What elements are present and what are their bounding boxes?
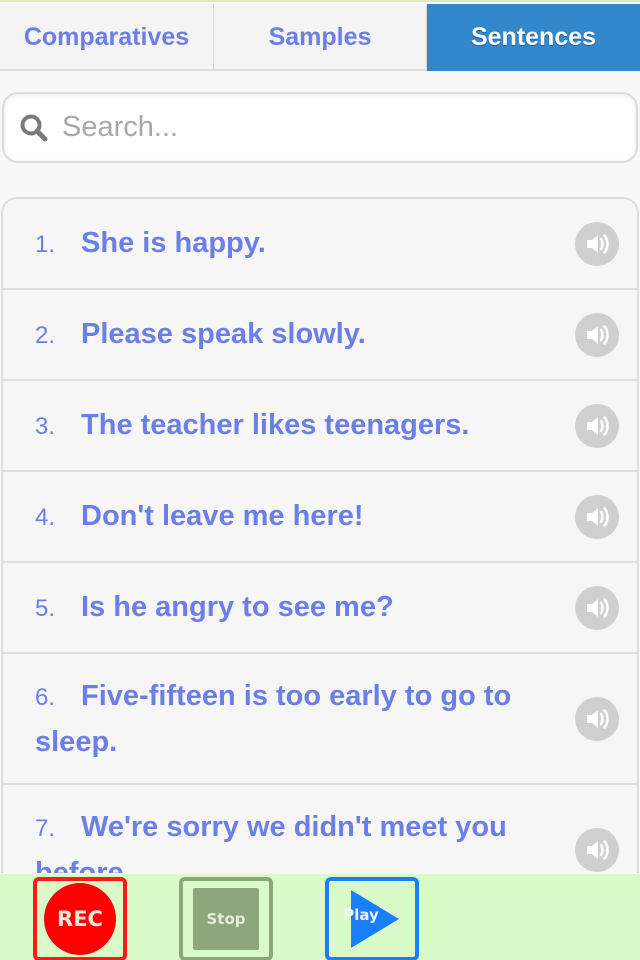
search-input[interactable] [62,111,636,144]
rec-button[interactable]: REC [33,877,127,960]
speaker-icon[interactable] [575,312,619,357]
play-icon: Play [337,886,407,952]
tab-bar: Comparatives Samples Sentences [0,4,640,71]
tab-comparatives[interactable]: Comparatives [0,4,214,71]
list-item[interactable]: 1. She is happy. [3,199,637,290]
stop-button[interactable]: Stop [179,877,273,960]
tab-sentences[interactable]: Sentences [427,4,640,71]
item-number: 5. [35,594,56,622]
item-text: Please speak slowly. [81,317,366,350]
item-text: She is happy. [81,226,266,259]
speaker-icon[interactable] [575,827,619,872]
record-icon: REC [44,883,116,955]
speaker-icon[interactable] [575,221,619,266]
play-button[interactable]: Play [325,877,419,960]
rec-label: REC [57,907,103,931]
search-bar [2,92,638,163]
tab-samples[interactable]: Samples [214,4,427,71]
item-number: 1. [35,230,56,258]
list-item[interactable]: 2. Please speak slowly. [3,290,637,381]
sentence-list: 1. She is happy. 2. Please speak slowly. 3… [1,197,639,873]
list-item[interactable]: 5. Is he angry to see me? [3,563,637,654]
list-item[interactable]: 3. The teacher likes teenagers. [3,381,637,472]
item-text: The teacher likes teenagers. [81,408,470,441]
speaker-icon[interactable] [575,585,619,630]
item-text: Five-fifteen is too early to go to sleep… [35,679,512,758]
list-item[interactable]: 6. Five-fifteen is too early to go to sle… [3,654,637,785]
item-text: Is he angry to see me? [81,590,394,623]
search-icon [14,108,54,148]
list-item[interactable]: 4. Don't leave me here! [3,472,637,563]
item-number: 6. [35,683,56,711]
speaker-icon[interactable] [575,494,619,539]
recorder-toolbar: REC Stop Play [0,874,640,960]
stop-icon: Stop [193,888,259,950]
item-number: 7. [35,814,56,842]
item-number: 3. [35,412,56,440]
item-text: We're sorry we didn't meet you before. [35,810,507,874]
item-text: Don't leave me here! [81,499,364,532]
play-label: Play [343,906,379,924]
stop-label: Stop [206,910,246,928]
list-item[interactable]: 7. We're sorry we didn't meet you before. [3,785,637,873]
item-number: 2. [35,321,56,349]
speaker-icon[interactable] [575,696,619,741]
item-number: 4. [35,503,56,531]
speaker-icon[interactable] [575,403,619,448]
